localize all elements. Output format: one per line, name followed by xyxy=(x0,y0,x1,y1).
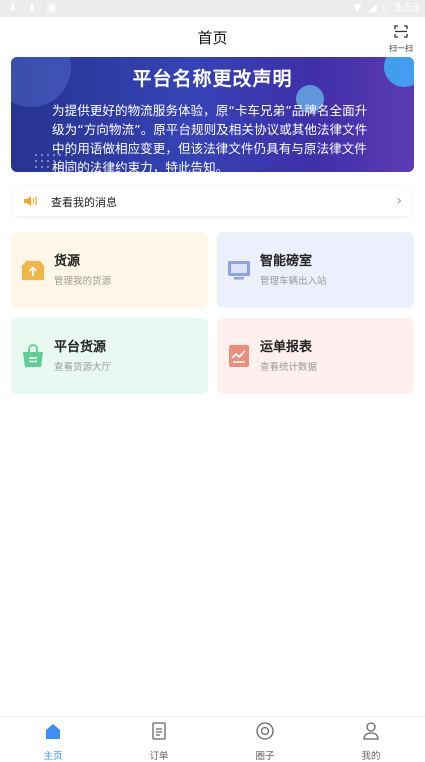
card-title: 运单报表 xyxy=(260,340,313,355)
scan-button[interactable]: 扫一扫 xyxy=(388,23,414,54)
card-subtitle: 查看统计数据 xyxy=(260,362,318,373)
scan-icon xyxy=(394,25,408,38)
tab-label: 我的 xyxy=(361,751,381,762)
card-subtitle: 查看货源大厅 xyxy=(54,362,112,373)
chart-report-icon xyxy=(229,345,249,367)
download-icon: ⬇ xyxy=(8,1,18,14)
download-icon: ⬇ xyxy=(27,1,37,14)
scan-label: 扫一扫 xyxy=(389,44,413,53)
message-entry[interactable]: 查看我的消息 › xyxy=(13,186,411,216)
page-title: 首页 xyxy=(197,29,228,47)
notification-icon: ▣ xyxy=(46,1,57,14)
card-waybill-report[interactable]: 运单报表 查看统计数据 xyxy=(217,318,414,394)
battery-icon: ▯ xyxy=(382,1,389,14)
shopping-bag-icon xyxy=(23,344,43,367)
card-subtitle: 管理我的货源 xyxy=(54,276,112,287)
tab-label: 圈子 xyxy=(255,751,275,762)
card-supply[interactable]: 货源 管理我的货源 xyxy=(11,232,208,308)
tab-label: 订单 xyxy=(149,751,169,762)
card-smart-weighbridge[interactable]: 智能磅室 管理车辆出入站 xyxy=(217,232,414,308)
order-icon xyxy=(152,722,166,740)
bottom-tab-bar: 主页 订单 圈子 我的 xyxy=(0,716,425,762)
circle-icon xyxy=(256,722,274,740)
user-icon xyxy=(363,722,379,740)
home-icon xyxy=(46,724,60,739)
speaker-icon xyxy=(24,196,38,206)
status-time: 3:53 xyxy=(394,1,419,14)
status-bar: ⬇ ⬇ ▣ ▼ ◢ ▯ 3:53 xyxy=(0,0,425,17)
wifi-icon: ▼ xyxy=(353,1,362,14)
banner-text: 为提供更好的物流服务体验，原“卡车兄弟”品牌名全面升级为“方向物流”。原平台规则… xyxy=(52,103,368,172)
message-label: 查看我的消息 xyxy=(51,196,117,209)
card-title: 智能磅室 xyxy=(260,254,313,269)
card-title: 货源 xyxy=(54,254,81,269)
card-subtitle: 管理车辆出入站 xyxy=(260,276,327,287)
monitor-icon xyxy=(228,261,250,280)
card-platform-supply[interactable]: 平台货源 查看货源大厅 xyxy=(11,318,208,394)
tab-label: 主页 xyxy=(43,751,63,762)
upload-box-icon xyxy=(22,261,44,280)
chevron-right-icon: › xyxy=(396,193,402,209)
banner-title: 平台名称更改声明 xyxy=(132,68,293,90)
top-navbar: 首页 扫一扫 xyxy=(0,17,425,55)
announcement-banner[interactable]: 平台名称更改声明 为提供更好的物流服务体验，原“卡车兄弟”品牌名全面升级为“方向… xyxy=(11,57,414,172)
card-title: 平台货源 xyxy=(54,340,107,355)
signal-icon: ◢ xyxy=(367,1,377,14)
